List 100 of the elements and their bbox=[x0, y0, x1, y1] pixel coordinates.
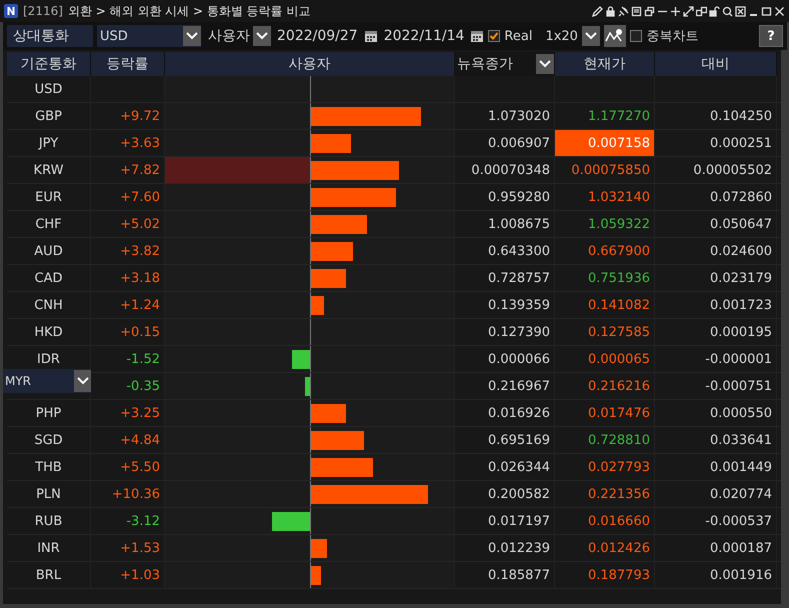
current-price: 0.000065 bbox=[588, 352, 650, 366]
price-change: 0.000187 bbox=[710, 540, 772, 556]
close-price: 0.185877 bbox=[488, 568, 550, 582]
change-rate: +3.63 bbox=[120, 136, 160, 150]
close-price: 0.643300 bbox=[488, 244, 550, 258]
price-change: 0.023179 bbox=[710, 270, 772, 286]
close-price: 0.728757 bbox=[488, 270, 550, 286]
change-rate: -3.12 bbox=[126, 514, 160, 528]
current-price: 0.751936 bbox=[588, 270, 650, 286]
close-price: 0.127390 bbox=[488, 324, 550, 340]
help-button[interactable]: ? bbox=[759, 25, 783, 47]
change-rate: +1.24 bbox=[120, 298, 160, 312]
close-price: 0.006907 bbox=[488, 136, 550, 150]
current-price: 1.177270 bbox=[588, 108, 650, 124]
currency-code: BRL bbox=[36, 568, 62, 582]
current-price: 0.017476 bbox=[588, 406, 650, 420]
column-header: 사용자 bbox=[165, 52, 455, 76]
currency-code: IDR bbox=[37, 352, 60, 366]
price-change: 0.024600 bbox=[710, 244, 772, 258]
screen-code: [2116] bbox=[23, 4, 63, 18]
currency-code: HKD bbox=[34, 324, 63, 340]
currency-code: PLN bbox=[36, 486, 61, 502]
close-price: 1.008675 bbox=[488, 216, 550, 232]
current-price: 0.007158 bbox=[588, 136, 650, 150]
price-change: 0.000251 bbox=[710, 136, 772, 150]
current-price: 1.059322 bbox=[588, 216, 650, 232]
column-header: 현재가 bbox=[555, 52, 655, 76]
current-price: 0.221356 bbox=[588, 486, 650, 502]
currency-code: JPY bbox=[38, 136, 58, 150]
real-label: Real bbox=[504, 28, 532, 44]
currency-code: THB bbox=[35, 460, 62, 474]
change-rate: +1.03 bbox=[120, 568, 160, 582]
change-rate: +9.72 bbox=[120, 108, 160, 124]
current-price: 0.027793 bbox=[588, 460, 650, 474]
close-price: 0.000066 bbox=[488, 352, 550, 366]
currency-code: RUB bbox=[34, 514, 62, 528]
currency-code: USD bbox=[34, 82, 62, 96]
currency-code: GBP bbox=[35, 108, 62, 124]
close-price: 0.216967 bbox=[488, 378, 550, 394]
current-price: 0.00075850 bbox=[571, 162, 650, 178]
column-header: 등락률 bbox=[91, 52, 165, 76]
current-price: 0.016660 bbox=[588, 514, 650, 528]
current-price: 0.127585 bbox=[588, 324, 650, 340]
column-header: 대비 bbox=[655, 52, 777, 76]
close-price: 0.017197 bbox=[488, 514, 550, 528]
current-price: 0.728810 bbox=[588, 432, 650, 448]
column-header[interactable]: 뉴욕종가 bbox=[455, 52, 555, 76]
currency-code: CAD bbox=[34, 270, 62, 286]
price-change: 0.050647 bbox=[710, 216, 772, 232]
end-date-field[interactable]: 2022/11/14 bbox=[382, 28, 466, 44]
price-change: -0.000751 bbox=[705, 378, 772, 394]
current-price: 0.012426 bbox=[588, 540, 650, 556]
current-price: 0.667900 bbox=[588, 244, 650, 258]
overlap-label: 중복차트 bbox=[646, 28, 698, 45]
close-price: 0.00070348 bbox=[471, 162, 550, 178]
price-change: -0.000537 bbox=[705, 514, 772, 528]
change-rate: +5.02 bbox=[120, 216, 160, 232]
price-change: 0.001449 bbox=[710, 460, 772, 474]
change-rate: +3.25 bbox=[120, 406, 160, 420]
change-rate: -1.52 bbox=[126, 352, 160, 366]
change-rate: +7.82 bbox=[120, 162, 160, 178]
currency-dropdown[interactable]: MYR bbox=[3, 369, 91, 393]
close-price: 0.695169 bbox=[488, 432, 550, 448]
close-price: 0.016926 bbox=[488, 406, 550, 420]
currency-code: PHP bbox=[36, 406, 62, 420]
mode-select[interactable]: 사용자 bbox=[205, 25, 271, 47]
change-rate: -0.35 bbox=[126, 378, 160, 394]
price-change: 0.001916 bbox=[710, 568, 772, 582]
current-price: 0.141082 bbox=[588, 298, 650, 312]
close-price: 0.959280 bbox=[488, 190, 550, 204]
price-change: 0.072860 bbox=[710, 190, 772, 204]
change-rate: +10.36 bbox=[112, 486, 160, 502]
change-rate: +0.15 bbox=[120, 324, 160, 340]
currency-code: CNH bbox=[34, 298, 63, 312]
close-price: 0.026344 bbox=[488, 460, 550, 474]
price-change: 0.020774 bbox=[710, 486, 772, 502]
current-price: 0.216216 bbox=[588, 378, 650, 394]
price-change: 0.00005502 bbox=[693, 162, 772, 178]
close-price: 0.200582 bbox=[488, 486, 550, 502]
change-rate: +5.50 bbox=[120, 460, 160, 474]
current-price: 0.187793 bbox=[588, 568, 650, 582]
currency-code: KRW bbox=[34, 162, 64, 178]
currency-select[interactable]: USD bbox=[97, 25, 201, 47]
price-change: 0.001723 bbox=[710, 298, 772, 312]
currency-code: SGD bbox=[34, 432, 63, 448]
close-price: 0.012239 bbox=[488, 540, 550, 556]
start-date-field[interactable]: 2022/09/27 bbox=[275, 28, 360, 44]
price-change: 0.033641 bbox=[710, 432, 772, 448]
window-title: 외환 > 해외 외환 시세 > 통화별 등락률 비교 bbox=[68, 2, 311, 20]
price-change: 0.104250 bbox=[710, 108, 772, 124]
counter-currency-label: 상대통화 bbox=[7, 25, 93, 47]
currency-code: INR bbox=[37, 540, 60, 556]
change-rate: +3.18 bbox=[120, 270, 160, 286]
currency-code: EUR bbox=[35, 190, 62, 204]
price-change: 0.000550 bbox=[710, 406, 772, 420]
change-rate: +4.84 bbox=[120, 432, 160, 448]
currency-code: AUD bbox=[34, 244, 63, 258]
currency-code: CHF bbox=[35, 216, 62, 232]
close-price: 1.073020 bbox=[488, 108, 550, 124]
current-price: 1.032140 bbox=[588, 190, 650, 204]
